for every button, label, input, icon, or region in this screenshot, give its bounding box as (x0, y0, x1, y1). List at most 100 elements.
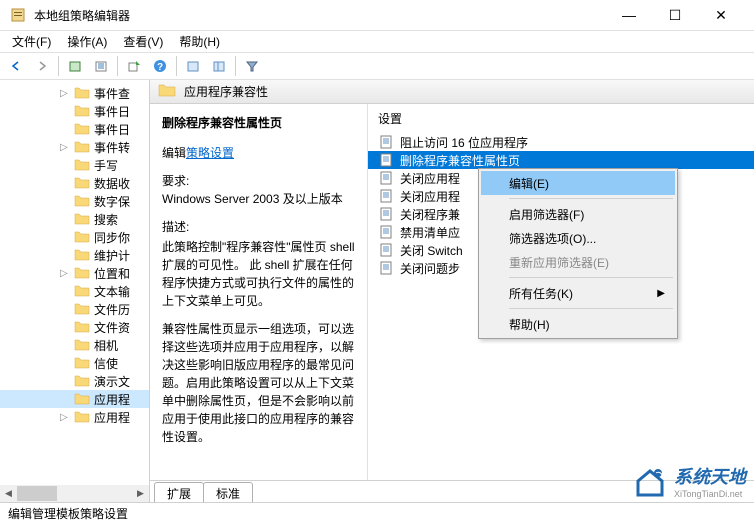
tree-item[interactable]: ▷ 事件转 (0, 138, 149, 156)
folder-icon (74, 320, 90, 334)
tree-item[interactable]: 维护计 (0, 246, 149, 264)
detail-panel: 删除程序兼容性属性页 编辑策略设置 要求:Windows Server 2003… (150, 104, 368, 480)
tree-item[interactable]: 搜索 (0, 210, 149, 228)
policy-settings-link[interactable]: 策略设置 (186, 146, 234, 160)
scroll-left-button[interactable]: ◀ (0, 485, 17, 502)
tree-item-label: 文本输 (94, 283, 130, 300)
tree-scrollbar[interactable]: ◀ ▶ (0, 485, 149, 502)
settings-item-label: 关闭应用程 (400, 170, 460, 187)
tree-item-label: 数据收 (94, 175, 130, 192)
watermark-logo-icon (632, 463, 668, 499)
expand-icon[interactable]: ▷ (60, 268, 72, 279)
maximize-button[interactable]: ☐ (652, 0, 698, 30)
tree-item-label: 维护计 (94, 247, 130, 264)
tree-item[interactable]: 相机 (0, 336, 149, 354)
tree-item-label: 事件日 (94, 103, 130, 120)
filter-button[interactable] (240, 54, 264, 78)
settings-item[interactable]: 删除程序兼容性属性页 (368, 151, 754, 169)
tree-item[interactable]: 信使 (0, 354, 149, 372)
tree-item-label: 应用程 (94, 409, 130, 426)
folder-icon (74, 104, 90, 118)
tree-item[interactable]: 事件日 (0, 102, 149, 120)
submenu-indicator-icon: ▶ (657, 288, 665, 299)
context-filter-on[interactable]: 启用筛选器(F) (481, 202, 675, 226)
context-help[interactable]: 帮助(H) (481, 312, 675, 336)
menu-action[interactable]: 操作(A) (59, 31, 115, 52)
tree-item[interactable]: ▷事件查 (0, 84, 149, 102)
tree-item-label: 应用程 (94, 391, 130, 408)
tree-item-label: 手写 (94, 157, 118, 174)
tree-item[interactable]: 同步你 (0, 228, 149, 246)
tree-item-label: 演示文 (94, 373, 130, 390)
tree-item-label: 位置和 (94, 265, 130, 282)
tree-item[interactable]: 演示文 (0, 372, 149, 390)
properties-button[interactable] (63, 54, 87, 78)
policy-icon (378, 188, 394, 204)
context-filter-options[interactable]: 筛选器选项(O)... (481, 226, 675, 250)
tree-item-label: 文件资 (94, 319, 130, 336)
scroll-right-button[interactable]: ▶ (132, 485, 149, 502)
tree-item[interactable]: 数据收 (0, 174, 149, 192)
tree-item[interactable]: ▷ 应用程 (0, 408, 149, 426)
folder-icon (74, 176, 90, 190)
menu-help[interactable]: 帮助(H) (171, 31, 228, 52)
folder-icon (74, 194, 90, 208)
tree-item[interactable]: 文件资 (0, 318, 149, 336)
settings-item-label: 关闭 Switch (400, 242, 463, 259)
settings-item-label: 删除程序兼容性属性页 (400, 152, 520, 169)
tree-item-label: 事件日 (94, 121, 130, 138)
view1-button[interactable] (181, 54, 205, 78)
policy-icon (378, 170, 394, 186)
scroll-thumb[interactable] (17, 486, 57, 501)
main-header: 应用程序兼容性 (150, 80, 754, 104)
folder-icon (74, 212, 90, 226)
menu-file[interactable]: 文件(F) (4, 31, 59, 52)
settings-item[interactable]: 阻止访问 16 位应用程序 (368, 133, 754, 151)
forward-button[interactable] (30, 54, 54, 78)
tree-item[interactable]: 手写 (0, 156, 149, 174)
expand-icon[interactable]: ▷ (60, 88, 72, 99)
menu-view[interactable]: 查看(V) (115, 31, 171, 52)
description-p1: 此策略控制"程序兼容性"属性页 shell 扩展的可见性。 此 shell 扩展… (162, 238, 355, 310)
window-title: 本地组策略编辑器 (34, 7, 606, 24)
folder-icon (74, 284, 90, 298)
folder-icon (74, 302, 90, 316)
expand-icon[interactable]: ▷ (60, 412, 72, 423)
minimize-button[interactable]: — (606, 0, 652, 30)
toolbar: ? (0, 52, 754, 80)
back-button[interactable] (4, 54, 28, 78)
titlebar: 本地组策略编辑器 — ☐ ✕ (0, 0, 754, 30)
description-p2: 兼容性属性页显示一组选项，可以选择这些选项并应用于应用程序，以解决这些影响旧版应… (162, 320, 355, 446)
settings-item-label: 关闭程序兼 (400, 206, 460, 223)
tree-item[interactable]: 数字保 (0, 192, 149, 210)
view2-button[interactable] (207, 54, 231, 78)
tree-item[interactable]: 文件历 (0, 300, 149, 318)
tree-item-label: 相机 (94, 337, 118, 354)
expand-icon[interactable]: ▷ (60, 142, 72, 153)
tree-item[interactable]: 文本输 (0, 282, 149, 300)
close-button[interactable]: ✕ (698, 0, 744, 30)
requirements: 要求:Windows Server 2003 及以上版本 (162, 172, 355, 208)
tree-item[interactable]: 应用程 (0, 390, 149, 408)
folder-icon (74, 158, 90, 172)
folder-icon (74, 230, 90, 244)
description-label: 描述: (162, 218, 355, 236)
tree-item[interactable]: ▷ 位置和 (0, 264, 149, 282)
tree-item-label: 同步你 (94, 229, 130, 246)
context-edit[interactable]: 编辑(E) (481, 171, 675, 195)
folder-icon (74, 86, 90, 100)
policy-icon (378, 260, 394, 276)
folder-icon (74, 248, 90, 262)
tree-item-label: 数字保 (94, 193, 130, 210)
folder-icon (74, 374, 90, 388)
tab-extended[interactable]: 扩展 (154, 482, 204, 502)
export-button[interactable] (122, 54, 146, 78)
tab-standard[interactable]: 标准 (203, 482, 253, 502)
status-text: 编辑管理模板策略设置 (8, 505, 128, 522)
watermark-text: 系统天地 (674, 467, 746, 487)
tree-item-label: 事件转 (94, 139, 130, 156)
list-button[interactable] (89, 54, 113, 78)
tree-item[interactable]: 事件日 (0, 120, 149, 138)
help-button[interactable]: ? (148, 54, 172, 78)
context-all-tasks[interactable]: 所有任务(K)▶ (481, 281, 675, 305)
